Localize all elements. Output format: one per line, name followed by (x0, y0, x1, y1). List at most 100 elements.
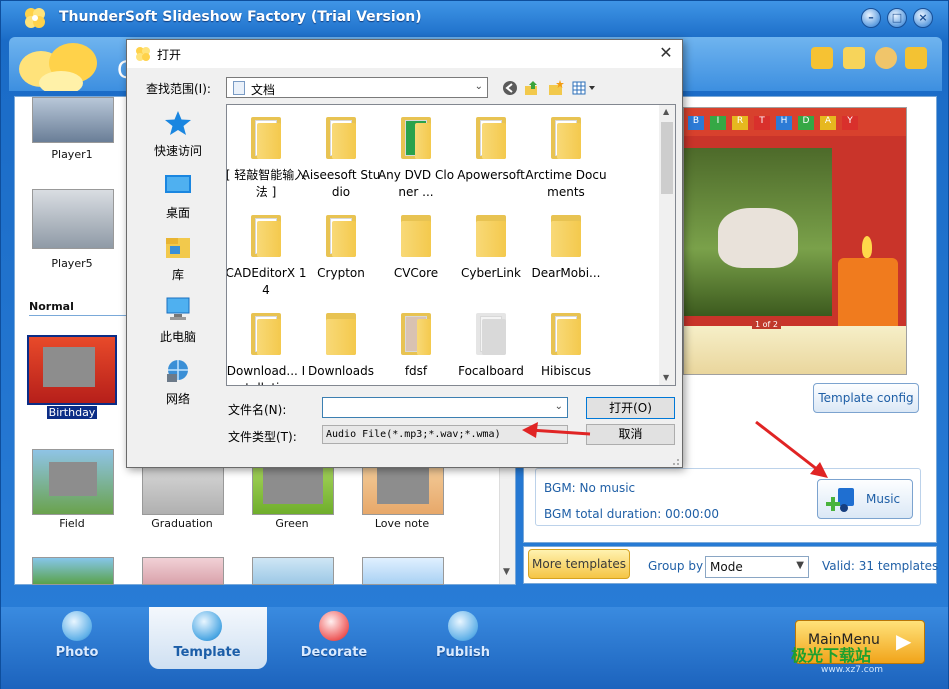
filename-input[interactable]: ⌄ (322, 397, 568, 418)
tab-template[interactable]: Template (154, 607, 260, 669)
file-item[interactable]: Hibiscus (529, 305, 603, 385)
file-item[interactable]: CyberLink (454, 207, 528, 303)
place-label: 快速访问 (153, 144, 202, 158)
open-button[interactable]: 打开(O) (586, 397, 675, 419)
place-library[interactable]: 库 (140, 232, 216, 288)
tab-photo[interactable]: Photo (24, 607, 130, 669)
cake-shape (684, 326, 906, 374)
up-folder-icon[interactable] (524, 80, 540, 96)
folder-tool-icon[interactable] (811, 47, 833, 69)
file-name: Hibiscus (540, 364, 591, 378)
dialog-close-button[interactable]: ✕ (655, 44, 677, 64)
file-item[interactable]: fdsf (379, 305, 453, 385)
file-item[interactable]: [ 轻敲智能输入法 ] (227, 109, 306, 205)
template-thumb-field[interactable] (32, 449, 114, 515)
file-item[interactable]: Any DVD Cloner ... (378, 109, 454, 205)
file-item[interactable]: Focalboard (454, 305, 528, 385)
banner-letter: B (688, 116, 704, 130)
place-label: 此电脑 (159, 330, 196, 344)
file-name: CADEditorX 14 (226, 266, 307, 297)
minimize-button[interactable]: – (861, 8, 881, 28)
dialog-title: 打开 (157, 48, 182, 62)
resize-grip-icon[interactable] (670, 456, 680, 466)
file-item[interactable]: Arctime Documents (525, 109, 607, 205)
tab-label: Publish (436, 645, 490, 660)
file-item[interactable]: Aiseesoft Studio (302, 109, 380, 205)
file-item[interactable]: DearMobi... (529, 207, 603, 303)
tab-decorate[interactable]: Decorate (281, 607, 387, 669)
watermark-url: www.xz7.com (821, 665, 883, 675)
flame-shape (862, 236, 872, 258)
close-icon: ✕ (659, 43, 673, 62)
bgm-status: BGM: No music (544, 481, 636, 495)
user-tool-icon[interactable] (875, 47, 897, 69)
template-thumb-row3-3[interactable] (252, 557, 334, 585)
window-title: ThunderSoft Slideshow Factory (Trial Ver… (59, 9, 422, 25)
template-thumb-player5[interactable] (32, 189, 114, 249)
template-thumb-row3-1[interactable] (32, 557, 114, 585)
scroll-up-icon[interactable]: ▲ (663, 107, 669, 116)
file-list-view[interactable]: [ 轻敲智能输入法 ] Aiseesoft Studio Any DVD Clo… (226, 104, 676, 386)
new-folder-icon[interactable] (548, 80, 564, 96)
filetype-label: 文件类型(T): (228, 430, 297, 444)
look-in-select[interactable]: 文档 ⌄ (226, 77, 488, 98)
banner-letter: A (820, 116, 836, 130)
file-name: Crypton (317, 266, 365, 280)
file-name: CyberLink (461, 266, 521, 280)
filetype-value: Audio File(*.mp3;*.wav;*.wma) (326, 429, 501, 440)
save-tool-icon[interactable] (843, 47, 865, 69)
restore-button[interactable]: □ (887, 8, 907, 28)
scroll-down-icon[interactable]: ▼ (503, 567, 510, 577)
place-label: 库 (171, 268, 184, 282)
network-icon (167, 360, 188, 382)
file-item[interactable]: Apowersoft (454, 109, 528, 205)
heart-icon (319, 611, 349, 641)
template-thumb-row3-4[interactable] (362, 557, 444, 585)
preview-banner: B I R T H D A Y (684, 108, 906, 136)
folder-icon (476, 215, 506, 257)
flower-app-icon (136, 47, 150, 61)
file-name: CVCore (393, 266, 439, 280)
page-indicator: 1 of 2 (752, 320, 781, 329)
folder-icon (551, 117, 581, 159)
file-item[interactable]: Download... Installations (227, 305, 305, 385)
view-menu-icon[interactable] (572, 80, 598, 96)
place-label: 网络 (165, 392, 190, 406)
scroll-down-icon[interactable]: ▼ (663, 373, 669, 382)
dialog-title-bar: 打开 ✕ (127, 40, 682, 68)
more-templates-button[interactable]: More templates (528, 549, 630, 579)
file-item[interactable]: Downloads (304, 305, 378, 385)
template-config-button[interactable]: Template config (813, 383, 919, 413)
file-name: Any DVD Cloner ... (377, 168, 455, 199)
bgm-duration: BGM total duration: 00:00:00 (544, 507, 719, 521)
star-icon (165, 111, 191, 135)
minimize-icon: – (868, 11, 874, 24)
group-by-select[interactable]: Mode ▼ (705, 556, 809, 578)
file-name: Downloads (308, 364, 374, 378)
template-thumb-birthday[interactable] (27, 335, 117, 405)
scrollbar-thumb[interactable] (661, 122, 673, 194)
banner-letter: D (798, 116, 814, 130)
cancel-button[interactable]: 取消 (586, 424, 675, 445)
file-item[interactable]: Crypton (304, 207, 378, 303)
place-network[interactable]: 网络 (140, 356, 216, 412)
folder-icon (401, 215, 431, 257)
close-button[interactable]: × (913, 8, 933, 28)
chevron-down-icon[interactable]: ⌄ (555, 401, 563, 412)
flower-logo-icon (19, 43, 97, 91)
place-quick-access[interactable]: 快速访问 (140, 108, 216, 164)
template-thumb-row3-2[interactable] (142, 557, 224, 585)
help-tool-icon[interactable] (905, 47, 927, 69)
back-icon[interactable] (502, 80, 518, 96)
place-this-pc[interactable]: 此电脑 (140, 294, 216, 350)
place-desktop[interactable]: 桌面 (140, 170, 216, 226)
tab-publish[interactable]: Publish (410, 607, 516, 669)
template-label: Green (275, 517, 309, 530)
file-item[interactable]: CADEditorX 14 (227, 207, 307, 303)
music-button[interactable]: Music (817, 479, 913, 519)
filetype-select[interactable]: Audio File(*.mp3;*.wav;*.wma) (322, 425, 568, 444)
file-item[interactable]: CVCore (379, 207, 453, 303)
template-thumb-player1[interactable] (32, 97, 114, 143)
chevron-down-icon: ⌄ (474, 81, 483, 92)
banner-letter: Y (842, 116, 858, 130)
